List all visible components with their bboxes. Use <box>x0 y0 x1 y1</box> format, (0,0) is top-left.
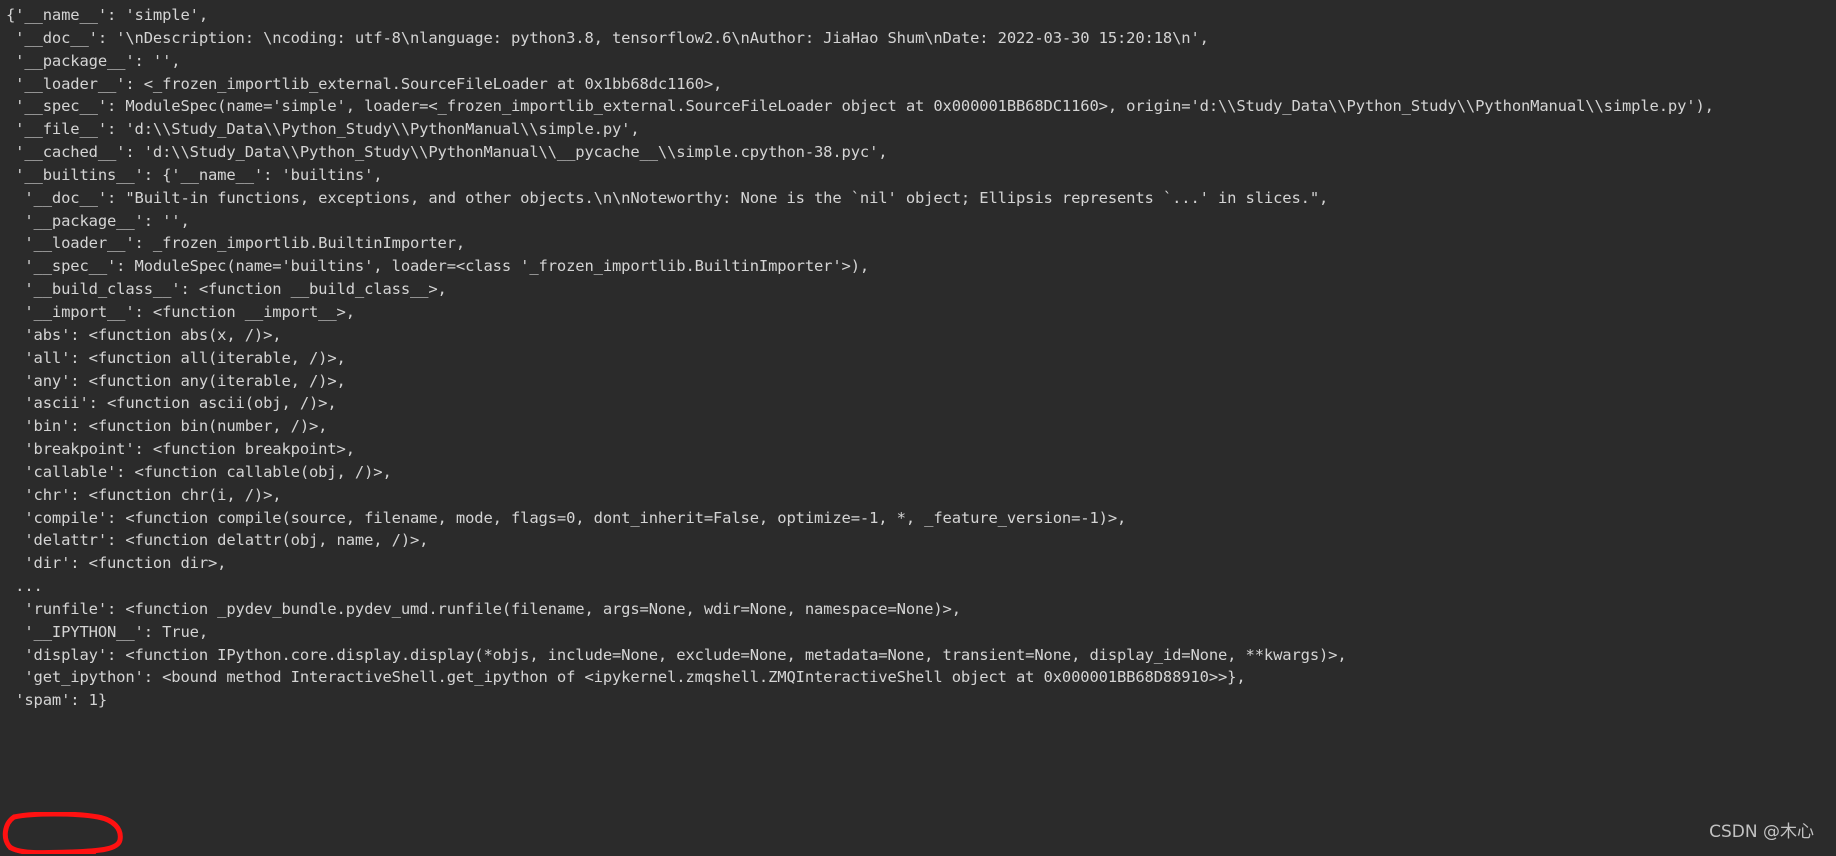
code-line: 'ascii': <function ascii(obj, /)>, <box>6 394 337 413</box>
code-line: 'chr': <function chr(i, /)>, <box>6 485 282 504</box>
code-line: 'any': <function any(iterable, /)>, <box>6 371 346 390</box>
python-dict-output: {'__name__': 'simple', '__doc__': '\nDes… <box>0 4 1836 712</box>
code-line: 'get_ipython': <bound method Interactive… <box>6 668 1246 687</box>
csdn-watermark: CSDN @木心 <box>1709 822 1814 842</box>
code-line: 'delattr': <function delattr(obj, name, … <box>6 531 429 550</box>
red-ellipse-highlight-icon <box>2 812 123 854</box>
code-line: '__doc__': '\nDescription: \ncoding: utf… <box>6 28 1209 47</box>
code-line: '__IPYTHON__': True, <box>6 622 208 641</box>
code-line: 'dir': <function dir>, <box>6 554 227 573</box>
code-line: '__package__': '', <box>6 51 181 70</box>
code-line: '__spec__': ModuleSpec(name='builtins', … <box>6 257 870 276</box>
code-line: 'all': <function all(iterable, /)>, <box>6 348 346 367</box>
code-line: 'runfile': <function _pydev_bundle.pydev… <box>6 599 961 618</box>
code-line: '__file__': 'd:\\Study_Data\\Python_Stud… <box>6 120 640 139</box>
code-line: ... <box>6 577 43 596</box>
code-line: '__builtins__': {'__name__': 'builtins', <box>6 165 383 184</box>
code-line: 'abs': <function abs(x, /)>, <box>6 325 282 344</box>
code-line: '__loader__': _frozen_importlib.BuiltinI… <box>6 234 466 253</box>
code-line: 'callable': <function callable(obj, /)>, <box>6 462 392 481</box>
code-line: '__loader__': <_frozen_importlib_externa… <box>6 74 723 93</box>
console-output-panel[interactable]: {'__name__': 'simple', '__doc__': '\nDes… <box>0 0 1836 856</box>
left-gutter <box>0 0 3 856</box>
code-line: 'bin': <function bin(number, /)>, <box>6 417 328 436</box>
code-line: '__build_class__': <function __build_cla… <box>6 280 447 299</box>
code-line: '__cached__': 'd:\\Study_Data\\Python_St… <box>6 143 888 162</box>
code-line: '__doc__': "Built-in functions, exceptio… <box>6 188 1329 207</box>
code-line: '__package__': '', <box>6 211 190 230</box>
code-line: 'breakpoint': <function breakpoint>, <box>6 440 355 459</box>
code-line: 'compile': <function compile(source, fil… <box>6 508 1127 527</box>
code-line: {'__name__': 'simple', <box>6 6 208 24</box>
code-line: '__import__': <function __import__>, <box>6 302 355 321</box>
code-line: '__spec__': ModuleSpec(name='simple', lo… <box>6 97 1714 116</box>
code-line: 'display': <function IPython.core.displa… <box>6 645 1347 664</box>
code-line: 'spam': 1} <box>6 691 107 710</box>
